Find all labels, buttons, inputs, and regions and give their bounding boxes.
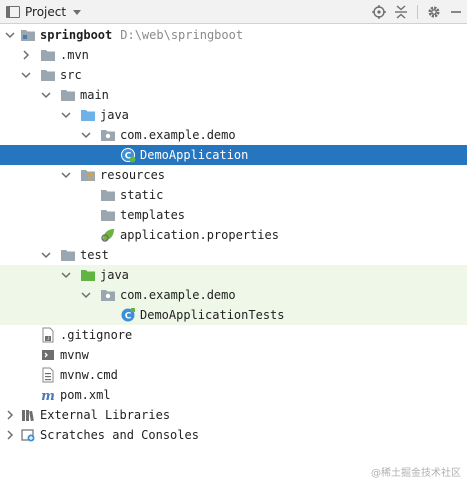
maven-icon: m (41, 389, 55, 403)
folder-icon (101, 210, 115, 221)
chevron-down-icon[interactable] (40, 249, 52, 261)
collapse-all-icon (395, 5, 407, 19)
tree-node-resources[interactable]: resources (0, 165, 467, 185)
tree-node-demo-application[interactable]: C DemoApplication (0, 145, 467, 165)
chevron-right-icon[interactable] (4, 409, 16, 421)
module-folder-icon (21, 30, 35, 41)
svg-text:C: C (125, 312, 132, 322)
tree-label-resources: resources (100, 168, 166, 182)
collapse-all-button[interactable] (390, 1, 412, 23)
tree-node-mvn[interactable]: .mvn (0, 45, 467, 65)
project-tool-window-header: Project (0, 0, 467, 24)
project-window-icon (6, 6, 20, 18)
tree-node-scratches[interactable]: Scratches and Consoles (0, 425, 467, 445)
header-toolbar (368, 0, 467, 24)
tree-node-external-libraries[interactable]: External Libraries (0, 405, 467, 425)
tree-label-test-java: java (100, 268, 129, 282)
folder-icon (41, 50, 55, 61)
tree-label-templates: templates (120, 208, 186, 222)
module-path: D:\web\springboot (120, 28, 244, 42)
tree-label-application-properties: application.properties (120, 228, 279, 242)
locate-file-button[interactable] (368, 1, 390, 23)
folder-icon (61, 90, 75, 101)
package-icon (101, 290, 115, 301)
tree-label-demo-application-tests: DemoApplicationTests (140, 308, 285, 322)
tree-label-test-package: com.example.demo (120, 288, 236, 302)
scratches-icon (21, 429, 35, 442)
tree-label-springboot: springboot D:\web\springboot (40, 28, 244, 42)
tree-label-pom: pom.xml (60, 388, 111, 402)
test-class-icon: C (121, 308, 135, 322)
project-view-selector[interactable]: Project (6, 0, 82, 24)
text-file-icon (42, 367, 54, 383)
spring-boot-class-icon: C (121, 148, 136, 163)
tree-node-test[interactable]: test (0, 245, 467, 265)
chevron-down-icon[interactable] (80, 129, 92, 141)
shell-script-icon (42, 350, 54, 360)
tree-node-gitignore[interactable]: .i .gitignore (0, 325, 467, 345)
svg-text:m: m (41, 389, 55, 403)
tree-node-demo-application-tests[interactable]: C DemoApplicationTests (0, 305, 467, 325)
tree-label-test: test (80, 248, 109, 262)
tree-node-application-properties[interactable]: application.properties (0, 225, 467, 245)
tree-node-src[interactable]: src (0, 65, 467, 85)
tree-node-mvnw-cmd[interactable]: mvnw.cmd (0, 365, 467, 385)
source-folder-icon (81, 110, 95, 121)
crosshair-icon (372, 5, 386, 19)
settings-button[interactable] (423, 1, 445, 23)
tree-node-main-java[interactable]: java (0, 105, 467, 125)
tree-label-external-libraries: External Libraries (40, 408, 171, 422)
folder-icon (61, 250, 75, 261)
folder-icon (101, 190, 115, 201)
gear-icon (428, 6, 440, 18)
tree-label-main-java: java (100, 108, 129, 122)
spring-properties-icon (101, 229, 114, 242)
tree-node-pom[interactable]: m pom.xml (0, 385, 467, 405)
project-tree: springboot D:\web\springboot .mvn src mai… (0, 25, 467, 445)
library-icon (22, 410, 34, 422)
chevron-right-icon[interactable] (20, 49, 32, 61)
chevron-down-icon[interactable] (20, 69, 32, 81)
tree-node-main-package[interactable]: com.example.demo (0, 125, 467, 145)
tree-label-src: src (60, 68, 82, 82)
tree-node-main[interactable]: main (0, 85, 467, 105)
minimize-icon (451, 11, 461, 13)
dropdown-arrow-icon (73, 9, 82, 15)
toolbar-separator (417, 5, 418, 19)
package-icon (101, 130, 115, 141)
tree-label-static: static (120, 188, 164, 202)
tree-label-mvnw: mvnw (60, 348, 89, 362)
tree-node-static[interactable]: static (0, 185, 467, 205)
tree-node-templates[interactable]: templates (0, 205, 467, 225)
chevron-down-icon[interactable] (40, 89, 52, 101)
tree-label-scratches: Scratches and Consoles (40, 428, 199, 442)
project-view-title: Project (25, 5, 67, 19)
chevron-down-icon[interactable] (60, 109, 72, 121)
tree-label-demo-application: DemoApplication (140, 148, 249, 162)
chevron-down-icon[interactable] (60, 269, 72, 281)
tree-label-mvnw-cmd: mvnw.cmd (60, 368, 118, 382)
chevron-right-icon[interactable] (4, 429, 16, 441)
chevron-down-icon[interactable] (4, 29, 16, 41)
resources-folder-icon (81, 170, 95, 181)
tree-label-mvn: .mvn (60, 48, 89, 62)
test-source-folder-icon (81, 270, 95, 281)
tree-label-main-package: com.example.demo (120, 128, 236, 142)
tree-node-mvnw[interactable]: mvnw (0, 345, 467, 365)
gitignore-file-icon: .i (42, 327, 54, 343)
folder-icon (41, 70, 55, 81)
tree-node-test-package[interactable]: com.example.demo (0, 285, 467, 305)
tree-label-main: main (80, 88, 109, 102)
tree-node-springboot[interactable]: springboot D:\web\springboot (0, 25, 467, 45)
svg-text:.i: .i (47, 336, 50, 342)
chevron-down-icon[interactable] (60, 169, 72, 181)
hide-button[interactable] (445, 1, 467, 23)
tree-label-gitignore: .gitignore (60, 328, 133, 342)
tree-node-test-java[interactable]: java (0, 265, 467, 285)
watermark: @稀土掘金技术社区 (371, 468, 461, 479)
chevron-down-icon[interactable] (80, 289, 92, 301)
